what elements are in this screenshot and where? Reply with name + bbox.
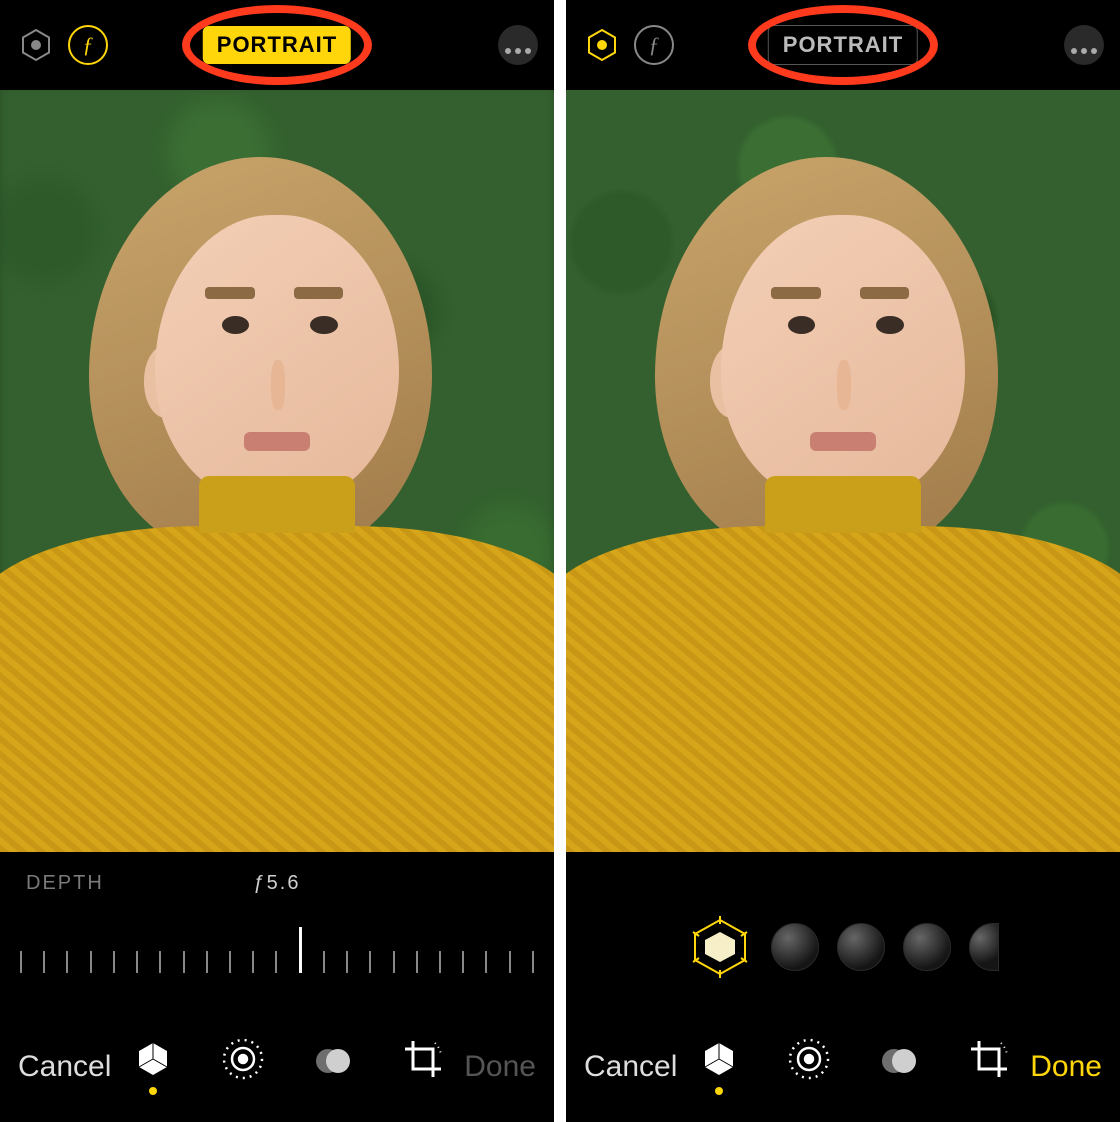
depth-label: DEPTH: [26, 872, 104, 895]
ruler-tick: [532, 951, 534, 973]
ruler-tick: [183, 951, 185, 973]
ruler-tick: [43, 951, 45, 973]
more-icon[interactable]: [1064, 25, 1104, 65]
top-bar: ƒ PORTRAIT: [0, 0, 554, 90]
lighting-option[interactable]: [837, 923, 885, 971]
ruler-tick: [252, 951, 254, 973]
ruler-tick: [462, 951, 464, 973]
filters-tool-icon[interactable]: [872, 1037, 926, 1097]
cancel-button[interactable]: Cancel: [584, 1050, 677, 1084]
cancel-button[interactable]: Cancel: [18, 1050, 111, 1084]
editor-screen-right: ƒ PORTRAIT: [566, 0, 1120, 1122]
more-icon[interactable]: [498, 25, 538, 65]
ruler-tick: [66, 951, 68, 973]
photo-preview[interactable]: [0, 90, 554, 852]
ruler-tick: [275, 951, 277, 973]
ruler-tick: [346, 951, 348, 973]
subject-person: [566, 128, 1120, 852]
lighting-option[interactable]: [771, 923, 819, 971]
depth-value: ƒ5.6: [254, 872, 301, 895]
bottom-bar: Cancel: [566, 1012, 1120, 1122]
adjust-tool-icon[interactable]: [216, 1037, 270, 1097]
lighting-selector[interactable]: [566, 852, 1120, 1012]
lighting-cube-icon[interactable]: [687, 914, 753, 980]
subject-person: [0, 128, 554, 852]
done-button[interactable]: Done: [464, 1050, 536, 1084]
ruler-tick: [159, 951, 161, 973]
portrait-mode-toggle[interactable]: PORTRAIT: [768, 25, 918, 65]
live-photo-icon[interactable]: [16, 25, 56, 65]
editor-screen-left: ƒ PORTRAIT DEPTH ƒ5.6 .: [0, 0, 554, 1122]
ruler-tick: [136, 951, 138, 973]
portrait-tool-icon[interactable]: [126, 1037, 180, 1097]
ruler-tick: [299, 927, 302, 973]
portrait-mode-toggle[interactable]: PORTRAIT: [203, 26, 351, 64]
aperture-f-icon[interactable]: ƒ: [68, 25, 108, 65]
ruler-tick: [509, 951, 511, 973]
ruler-tick: [485, 951, 487, 973]
ruler-tick: [393, 951, 395, 973]
photo-preview[interactable]: [566, 90, 1120, 852]
aperture-f-icon[interactable]: ƒ: [634, 25, 674, 65]
ruler-tick: [113, 951, 115, 973]
ruler-tick: [90, 951, 92, 973]
lighting-option[interactable]: [903, 923, 951, 971]
live-photo-icon[interactable]: [582, 25, 622, 65]
crop-tool-icon[interactable]: [962, 1037, 1016, 1097]
depth-control: DEPTH ƒ5.6 .: [0, 852, 554, 1012]
ruler-tick: [369, 951, 371, 973]
ruler-tick: [323, 951, 325, 973]
adjust-tool-icon[interactable]: [782, 1037, 836, 1097]
ruler-tick: [416, 951, 418, 973]
filters-tool-icon[interactable]: [306, 1037, 360, 1097]
lighting-option[interactable]: [969, 923, 999, 971]
ruler-tick: [206, 951, 208, 973]
bottom-bar: Cancel: [0, 1012, 554, 1122]
ruler-tick: [20, 951, 22, 973]
done-button[interactable]: Done: [1030, 1050, 1102, 1084]
portrait-tool-icon[interactable]: [692, 1037, 746, 1097]
ruler-tick: [229, 951, 231, 973]
crop-tool-icon[interactable]: [396, 1037, 450, 1097]
top-bar: ƒ PORTRAIT: [566, 0, 1120, 90]
ruler-tick: [439, 951, 441, 973]
depth-slider[interactable]: [20, 913, 534, 973]
